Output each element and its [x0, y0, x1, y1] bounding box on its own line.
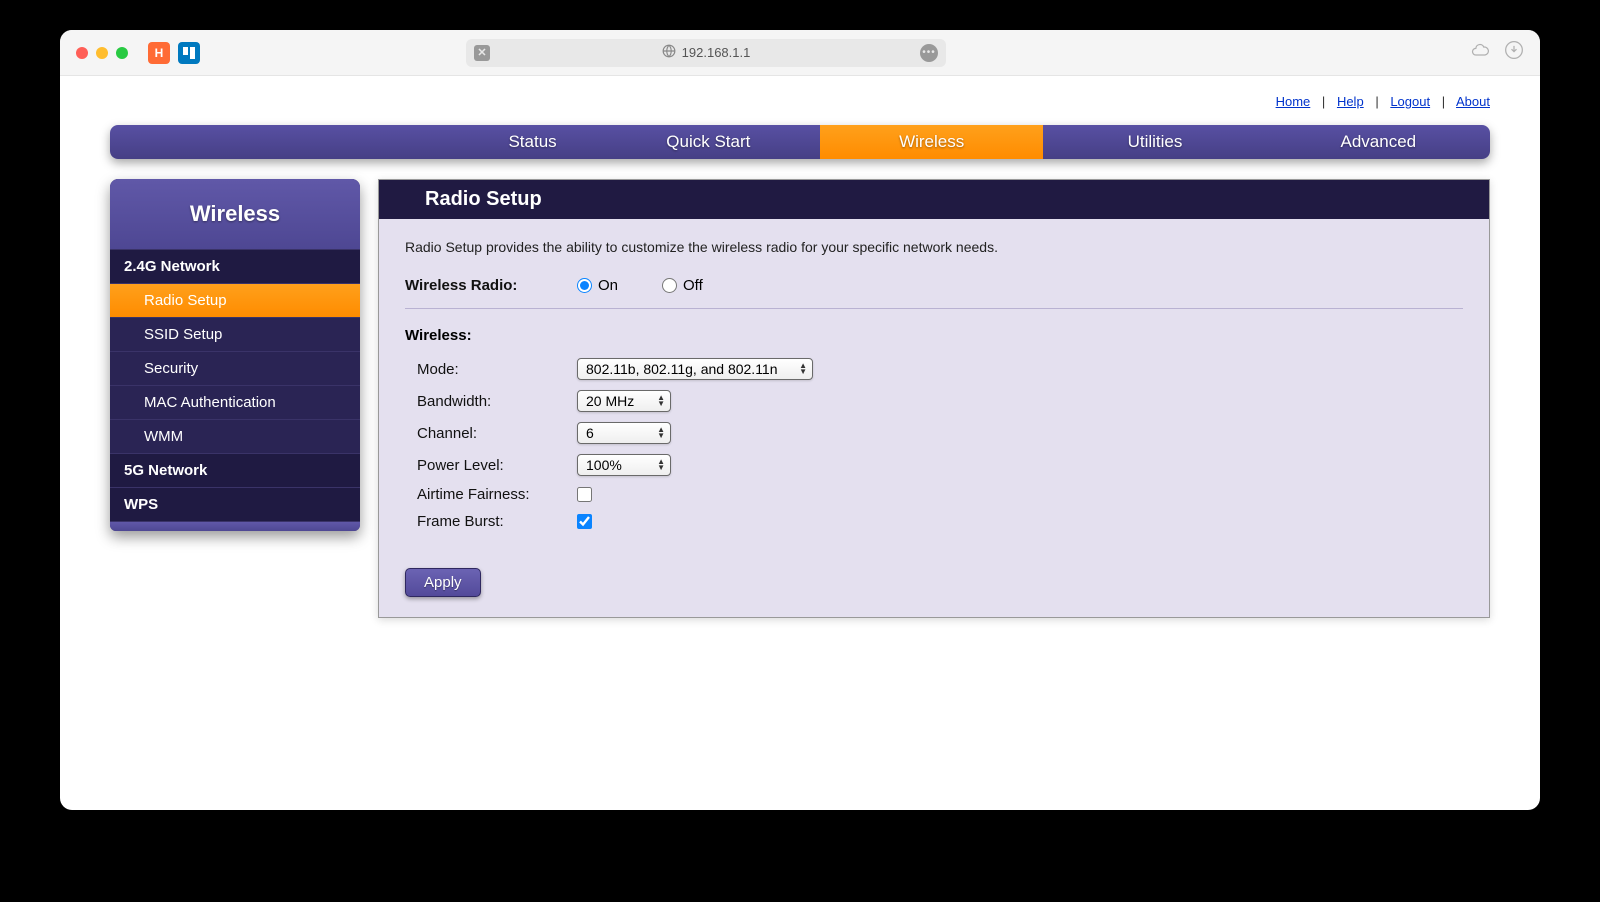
browser-toolbar: H ✕ 192.168.1.1 ••• [60, 30, 1540, 76]
sidebar-item-wmm[interactable]: WMM [110, 419, 360, 453]
checkbox-airtime-fairness[interactable] [577, 487, 592, 502]
content-description: Radio Setup provides the ability to cust… [405, 239, 1463, 255]
downloads-icon[interactable] [1504, 40, 1524, 65]
checkbox-frame-burst[interactable] [577, 514, 592, 529]
main-nav: Status Quick Start Wireless Utilities Ad… [110, 125, 1490, 159]
label-mode: Mode: [405, 361, 577, 378]
select-channel[interactable]: 6 [577, 422, 671, 444]
label-channel: Channel: [405, 425, 577, 442]
top-links: Home | Help | Logout | About [110, 86, 1490, 125]
page-content: Home | Help | Logout | About Status Quic… [60, 76, 1540, 638]
window-controls [76, 47, 128, 59]
separator: | [1322, 94, 1325, 109]
sidebar-footer [110, 521, 360, 531]
sidebar-item-security[interactable]: Security [110, 351, 360, 385]
label-frame-burst: Frame Burst: [405, 513, 577, 530]
address-bar[interactable]: ✕ 192.168.1.1 ••• [466, 39, 946, 67]
radio-on-wrapper[interactable]: On [577, 277, 618, 294]
link-logout[interactable]: Logout [1390, 94, 1430, 109]
nav-quick-start[interactable]: Quick Start [597, 125, 820, 159]
sidebar-item-ssid-setup[interactable]: SSID Setup [110, 317, 360, 351]
apply-button[interactable]: Apply [405, 568, 481, 597]
nav-utilities[interactable]: Utilities [1043, 125, 1266, 159]
radio-on[interactable] [577, 278, 592, 293]
select-bandwidth[interactable]: 20 MHz [577, 390, 671, 412]
stop-reload-icon[interactable]: ✕ [474, 45, 490, 61]
select-power-level[interactable]: 100% [577, 454, 671, 476]
nav-status[interactable]: Status [110, 125, 597, 159]
sidebar-group-5g[interactable]: 5G Network [110, 453, 360, 487]
page-settings-icon[interactable]: ••• [920, 44, 938, 62]
browser-window: H ✕ 192.168.1.1 ••• Home | Help [60, 30, 1540, 810]
radio-on-label: On [598, 277, 618, 294]
label-airtime-fairness: Airtime Fairness: [405, 486, 577, 503]
link-about[interactable]: About [1456, 94, 1490, 109]
address-text: 192.168.1.1 [682, 45, 751, 60]
divider [405, 308, 1463, 309]
sidebar-title: Wireless [110, 179, 360, 249]
sidebar-item-radio-setup[interactable]: Radio Setup [110, 283, 360, 317]
site-info-icon[interactable] [662, 44, 676, 61]
label-bandwidth: Bandwidth: [405, 393, 577, 410]
maximize-window-icon[interactable] [116, 47, 128, 59]
content-title: Radio Setup [379, 180, 1489, 219]
sidebar-item-mac-auth[interactable]: MAC Authentication [110, 385, 360, 419]
sidebar: Wireless 2.4G Network Radio Setup SSID S… [110, 179, 360, 531]
select-mode[interactable]: 802.11b, 802.11g, and 802.11n [577, 358, 813, 380]
radio-off-label: Off [683, 277, 703, 294]
radio-off-wrapper[interactable]: Off [662, 277, 703, 294]
content-panel: Radio Setup Radio Setup provides the abi… [378, 179, 1490, 618]
link-home[interactable]: Home [1276, 94, 1311, 109]
radio-off[interactable] [662, 278, 677, 293]
separator: | [1375, 94, 1378, 109]
separator: | [1442, 94, 1445, 109]
heading-wireless: Wireless: [405, 327, 1463, 344]
extension-icon-trello[interactable] [178, 42, 200, 64]
nav-wireless[interactable]: Wireless [820, 125, 1043, 159]
nav-advanced[interactable]: Advanced [1267, 125, 1490, 159]
sidebar-group-24g[interactable]: 2.4G Network [110, 249, 360, 283]
label-power-level: Power Level: [405, 457, 577, 474]
extension-icon-h[interactable]: H [148, 42, 170, 64]
icloud-tabs-icon[interactable] [1470, 40, 1490, 65]
minimize-window-icon[interactable] [96, 47, 108, 59]
close-window-icon[interactable] [76, 47, 88, 59]
sidebar-item-wps[interactable]: WPS [110, 487, 360, 521]
label-wireless-radio: Wireless Radio: [405, 277, 577, 294]
link-help[interactable]: Help [1337, 94, 1364, 109]
